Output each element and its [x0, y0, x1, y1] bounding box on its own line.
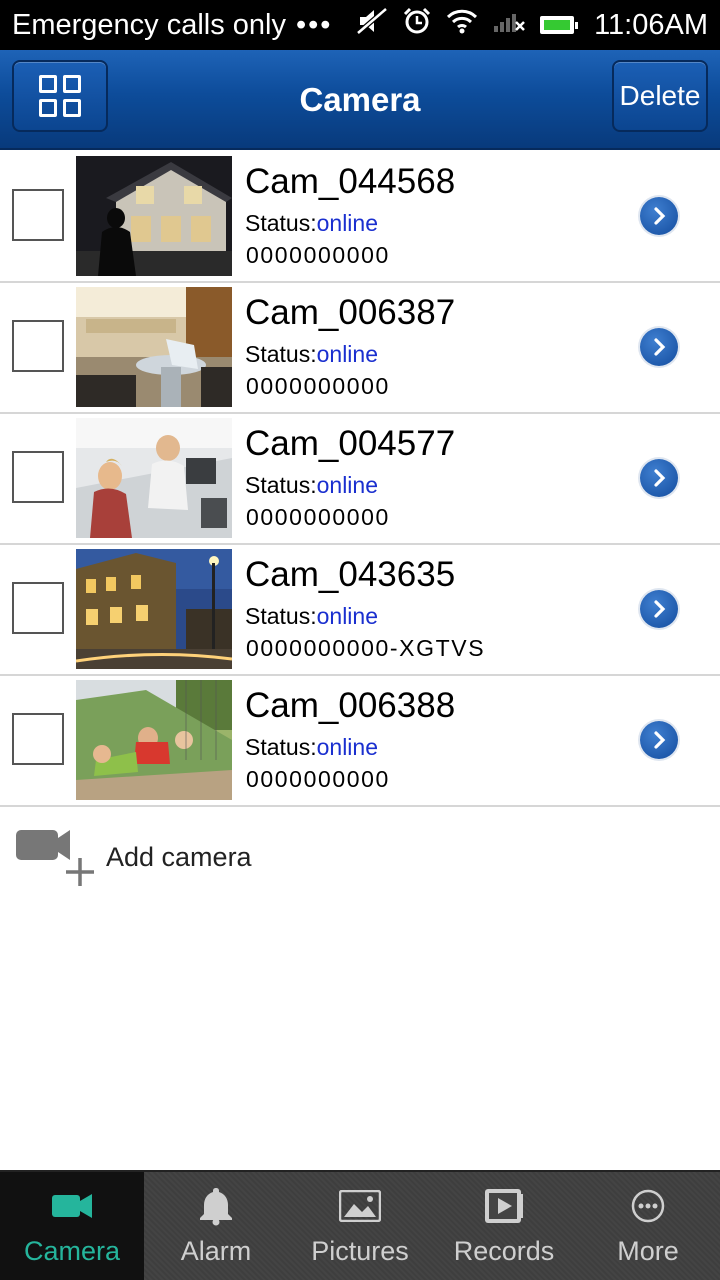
- tab-pictures[interactable]: Pictures: [288, 1172, 432, 1280]
- camera-id: 0000000000: [246, 373, 390, 399]
- tab-camera[interactable]: Camera: [0, 1172, 144, 1280]
- status-value: online: [316, 603, 378, 629]
- camera-thumbnail[interactable]: [76, 287, 232, 407]
- camera-id: 0000000000: [246, 242, 390, 268]
- camera-thumbnail[interactable]: [76, 680, 232, 800]
- clock-time: 11:06AM: [594, 8, 708, 41]
- chevron-right-icon: [654, 469, 666, 487]
- tab-records[interactable]: Records: [432, 1172, 576, 1280]
- camera-name: Cam_043635: [245, 555, 456, 594]
- camera-detail-button[interactable]: [640, 328, 678, 366]
- tab-label: Alarm: [180, 1236, 252, 1266]
- chevron-right-icon: [654, 731, 666, 749]
- camera-name: Cam_044568: [245, 162, 456, 201]
- camera-list: Cam_044568 Status:online 0000000000 Cam_…: [0, 152, 720, 807]
- camera-detail-button[interactable]: [640, 197, 678, 235]
- tab-label: Pictures: [311, 1236, 409, 1266]
- camera-name: Cam_004577: [245, 424, 456, 463]
- camera-status: Status:online: [245, 734, 378, 761]
- tab-alarm[interactable]: Alarm: [144, 1172, 288, 1280]
- picture-icon: [339, 1186, 381, 1226]
- camera-detail-button[interactable]: [640, 590, 678, 628]
- camera-row[interactable]: Cam_004577 Status:online 0000000000: [0, 414, 720, 545]
- camera-row[interactable]: Cam_006387 Status:online 0000000000: [0, 283, 720, 414]
- camera-status: Status:online: [245, 210, 378, 237]
- select-checkbox[interactable]: [12, 189, 64, 241]
- select-checkbox[interactable]: [12, 582, 64, 634]
- alarm-clock-icon: [402, 6, 432, 44]
- add-video-camera-icon: [14, 826, 98, 895]
- grid-view-icon: [39, 75, 81, 117]
- notification-dots: •••: [296, 8, 333, 41]
- status-left: Emergency calls only •••: [12, 9, 356, 42]
- camera-thumbnail[interactable]: [76, 156, 232, 276]
- select-checkbox[interactable]: [12, 320, 64, 372]
- camera-status: Status:online: [245, 603, 378, 630]
- tab-label: Records: [453, 1236, 555, 1266]
- camera-row[interactable]: Cam_043635 Status:online 0000000000-XGTV…: [0, 545, 720, 676]
- tab-more[interactable]: More: [576, 1172, 720, 1280]
- status-value: online: [316, 472, 378, 498]
- records-play-icon: [484, 1186, 524, 1226]
- status-value: online: [316, 210, 378, 236]
- muted-speaker-icon: [356, 7, 388, 43]
- tab-label: Camera: [23, 1236, 121, 1266]
- delete-button[interactable]: Delete: [612, 60, 708, 132]
- camera-thumbnail[interactable]: [76, 549, 232, 669]
- add-camera-label: Add camera: [106, 842, 252, 872]
- status-label: Status:: [245, 603, 317, 629]
- camera-status: Status:online: [245, 472, 378, 499]
- camera-row[interactable]: Cam_044568 Status:online 0000000000: [0, 152, 720, 283]
- select-checkbox[interactable]: [12, 713, 64, 765]
- video-camera-icon: [51, 1186, 93, 1226]
- camera-id: 0000000000: [246, 766, 390, 792]
- camera-thumbnail[interactable]: [76, 418, 232, 538]
- add-camera-button[interactable]: Add camera: [14, 826, 334, 890]
- signal-icon: [492, 8, 526, 42]
- grid-view-button[interactable]: [12, 60, 108, 132]
- bottom-nav: Camera Alarm Pictures Records More: [0, 1170, 720, 1280]
- status-label: Status:: [245, 472, 317, 498]
- chevron-right-icon: [654, 207, 666, 225]
- camera-status: Status:online: [245, 341, 378, 368]
- chevron-right-icon: [654, 338, 666, 356]
- status-label: Status:: [245, 210, 317, 236]
- battery-icon: [540, 16, 579, 34]
- camera-row[interactable]: Cam_006388 Status:online 0000000000: [0, 676, 720, 807]
- wifi-icon: [446, 8, 478, 42]
- status-bar: Emergency calls only ••• 11:06AM: [0, 0, 720, 50]
- select-checkbox[interactable]: [12, 451, 64, 503]
- status-value: online: [316, 341, 378, 367]
- camera-detail-button[interactable]: [640, 721, 678, 759]
- bell-icon: [198, 1186, 234, 1226]
- camera-name: Cam_006387: [245, 293, 456, 332]
- chevron-right-icon: [654, 600, 666, 618]
- camera-id: 0000000000-XGTVS: [246, 635, 486, 661]
- status-label: Status:: [245, 341, 317, 367]
- status-icons: 11:06AM: [356, 6, 708, 44]
- more-dots-icon: [630, 1186, 666, 1226]
- camera-detail-button[interactable]: [640, 459, 678, 497]
- status-label: Status:: [245, 734, 317, 760]
- carrier-text: Emergency calls only: [12, 8, 286, 41]
- tab-label: More: [617, 1236, 679, 1266]
- camera-name: Cam_006388: [245, 686, 456, 725]
- app-header: Camera Delete: [0, 50, 720, 150]
- camera-id: 0000000000: [246, 504, 390, 530]
- status-value: online: [316, 734, 378, 760]
